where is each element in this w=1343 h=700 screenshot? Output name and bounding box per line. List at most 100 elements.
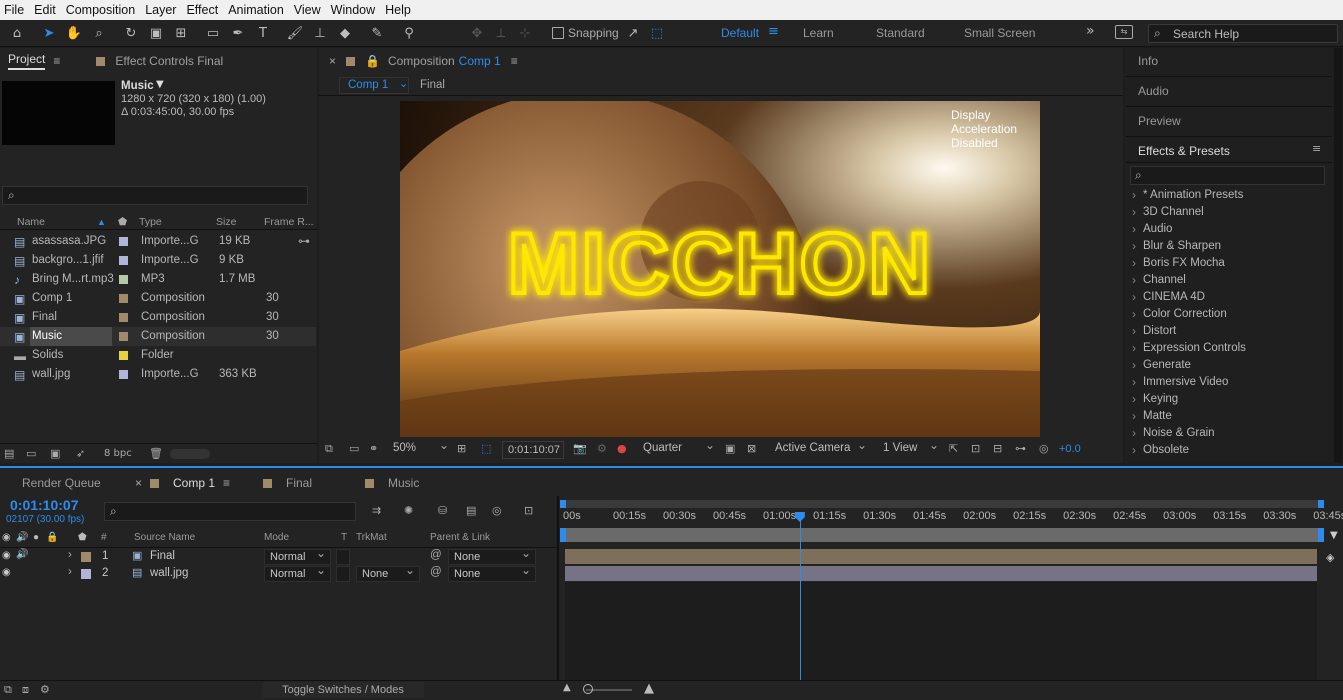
speaker-icon[interactable]: 🔊 — [16, 549, 28, 560]
effect-category[interactable]: 3D Channel — [1126, 205, 1332, 223]
audio-switch-icon[interactable]: 🔊 — [16, 532, 28, 548]
effect-category[interactable]: Keying — [1126, 392, 1332, 410]
effect-category[interactable]: Matte — [1126, 409, 1332, 427]
hand-tool-icon[interactable]: ✋ — [65, 24, 83, 42]
effect-category[interactable]: * Animation Presets — [1126, 189, 1332, 206]
scrollbar[interactable] — [1334, 48, 1342, 463]
label-swatch[interactable] — [119, 332, 128, 341]
toggle-switches-modes-button[interactable]: Toggle Switches / Modes — [262, 682, 424, 698]
eye-icon[interactable]: ◉ — [2, 550, 11, 561]
graph-editor-icon[interactable]: ⊡ — [524, 504, 533, 517]
column-type[interactable]: Type — [139, 214, 162, 230]
effects-menu-icon[interactable]: ≡ — [1312, 142, 1321, 155]
tab-info[interactable]: Info — [1126, 48, 1332, 77]
lock-icon[interactable]: 🔒 — [46, 532, 58, 548]
shy-layers-icon[interactable]: ⛁ — [438, 504, 447, 517]
breadcrumb-final[interactable]: Final — [420, 79, 445, 91]
snapshot-icon[interactable]: 📷 — [573, 442, 587, 455]
menu-help[interactable]: Help — [381, 3, 417, 17]
zoom-out-icon[interactable]: ▲ — [563, 682, 571, 693]
column-parent[interactable]: Parent & Link — [430, 532, 490, 548]
project-search-input[interactable] — [2, 186, 308, 205]
effect-category[interactable]: Blur & Sharpen — [1126, 239, 1332, 257]
workspace-standard[interactable]: Standard — [876, 26, 925, 40]
rotate-tool-icon[interactable]: ↻ — [122, 24, 140, 42]
snapping-checkbox[interactable] — [552, 27, 564, 39]
project-item-row[interactable]: ▬ Solids Folder — [0, 346, 316, 365]
puppet-pin-tool-icon[interactable]: ⚲ — [400, 24, 418, 42]
pick-whip-icon[interactable]: @ — [430, 549, 442, 561]
label-swatch[interactable] — [81, 569, 91, 579]
trash-icon[interactable]: 🗑 — [149, 447, 163, 460]
project-item-row[interactable]: ▣ Music Composition 30 — [0, 327, 316, 346]
flowchart-icon[interactable]: ⊶ — [298, 234, 310, 248]
effect-category[interactable]: Color Correction — [1126, 307, 1332, 325]
workspace-small-screen[interactable]: Small Screen — [964, 26, 1035, 40]
menu-effect[interactable]: Effect — [182, 3, 224, 17]
menu-window[interactable]: Window — [327, 3, 381, 17]
effects-presets-title[interactable]: Effects & Presets — [1138, 144, 1230, 158]
lock-icon[interactable]: 🔒 — [365, 54, 380, 68]
tab-preview[interactable]: Preview — [1126, 108, 1332, 137]
new-folder-icon[interactable]: ▭ — [26, 447, 36, 460]
axis-world-icon[interactable]: ⟂ — [492, 24, 510, 42]
resolution-dropdown[interactable]: Quarter — [637, 438, 717, 460]
brush-tool-icon[interactable]: 🖌 — [286, 24, 304, 42]
composition-viewer[interactable]: MICCHON Display Acceleration Disabled — [400, 101, 1040, 437]
views-dropdown[interactable]: 1 View — [877, 438, 941, 460]
column-name[interactable]: Name — [17, 214, 45, 230]
bit-depth-button[interactable]: 8 bpc — [104, 448, 132, 459]
layer-switches-icon[interactable]: ⧉ — [4, 683, 12, 697]
effect-category[interactable]: Boris FX Mocha — [1126, 256, 1332, 274]
effects-search-input[interactable] — [1130, 166, 1325, 185]
layer-name[interactable]: wall.jpg — [150, 567, 188, 579]
menu-view[interactable]: View — [290, 3, 327, 17]
more-workspaces-icon[interactable]: » — [1086, 23, 1095, 39]
toggle-pixel-icon[interactable]: ⇱ — [949, 442, 958, 455]
layer-bar-wall[interactable] — [565, 566, 1317, 581]
project-item-row[interactable]: ▤ asassasa.JPG Importe...G 19 KB — [0, 232, 316, 251]
search-help-input[interactable]: Search Help — [1148, 24, 1338, 43]
tab-music[interactable]: Music — [365, 474, 419, 492]
in-out-icon[interactable]: ⚙ — [40, 683, 50, 696]
solo-icon[interactable]: ● — [33, 532, 39, 548]
menu-edit[interactable]: Edit — [30, 3, 62, 17]
menu-composition[interactable]: Composition — [62, 3, 141, 17]
expand-chevron-icon[interactable]: › — [68, 566, 72, 578]
tab-effect-controls[interactable]: Effect Controls Final — [115, 54, 223, 68]
transfer-controls-icon[interactable]: ⧈ — [22, 683, 29, 697]
preserve-transparency-toggle[interactable] — [336, 566, 350, 582]
work-area-range[interactable] — [560, 528, 1324, 542]
effect-category[interactable]: Immersive Video — [1126, 375, 1332, 393]
snap-edges-icon[interactable]: ↗ — [624, 24, 642, 42]
tab-project[interactable]: Project — [8, 52, 46, 70]
pen-tool-icon[interactable]: ✒ — [229, 24, 247, 42]
label-swatch[interactable] — [81, 552, 91, 562]
tab-comp-1[interactable]: × Comp 1 ≡ — [135, 474, 230, 492]
label-swatch[interactable] — [119, 275, 128, 284]
label-swatch[interactable] — [119, 256, 128, 265]
trkmat-dropdown[interactable]: None — [356, 563, 420, 582]
vr-icon[interactable]: ⚭ — [369, 442, 378, 455]
fit-icon[interactable]: ⊞ — [457, 442, 466, 455]
project-item-row[interactable]: ▣ Comp 1 Composition 30 — [0, 289, 316, 308]
pick-whip-icon[interactable]: @ — [430, 566, 442, 578]
viewer-timecode[interactable]: 0:01:10:07 — [502, 441, 564, 459]
home-icon[interactable]: ⌂ — [8, 24, 26, 42]
tab-final[interactable]: Final — [263, 474, 312, 492]
timeline-search-input[interactable] — [104, 502, 356, 521]
menu-layer[interactable]: Layer — [141, 3, 182, 17]
zoom-in-icon[interactable]: ▲ — [644, 681, 654, 696]
roi-icon[interactable]: ▣ — [725, 442, 735, 455]
selection-tool-icon[interactable]: ➤ — [40, 24, 58, 42]
effect-category[interactable]: CINEMA 4D — [1126, 290, 1332, 308]
effect-category[interactable]: Noise & Grain — [1126, 426, 1332, 444]
layer-row[interactable]: ◉🔊›1▣FinalNormal@None — [0, 546, 557, 566]
show-snapshot-icon[interactable]: ⚙ — [597, 442, 607, 455]
composition-name[interactable]: Comp 1 — [459, 54, 501, 68]
comp-mini-flowchart-icon[interactable]: ⇉ — [372, 504, 381, 517]
workspace-learn[interactable]: Learn — [803, 26, 834, 40]
column-source-name[interactable]: Source Name — [134, 532, 195, 548]
fast-preview-icon[interactable]: ⊡ — [971, 442, 980, 455]
video-switch-icon[interactable]: ◉ — [2, 532, 11, 548]
